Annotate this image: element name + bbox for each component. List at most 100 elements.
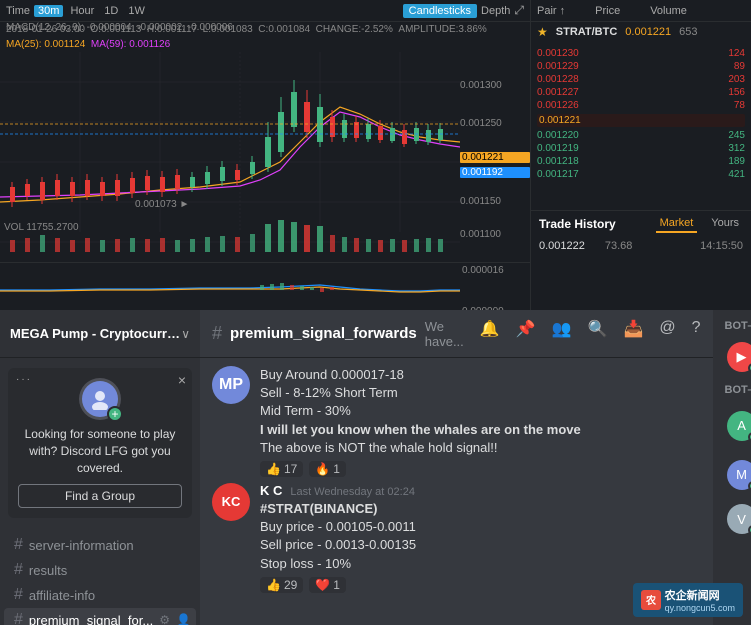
macd-area: 0.000016 0.000000 0.000016 0.000000 <box>0 262 530 317</box>
member-vortex[interactable]: V Vortex BOT Playing Type >>help <box>721 500 751 538</box>
svg-text:VOL 11755.2700: VOL 11755.2700 <box>4 222 79 233</box>
inbox-icon[interactable]: 📥 <box>623 319 643 349</box>
search-icon[interactable]: 🔍 <box>588 319 608 349</box>
msg-header-2: K C Last Wednesday at 02:24 <box>260 483 701 498</box>
server-header[interactable]: MEGA Pump - Cryptocurre... ∨ <box>0 310 200 358</box>
message-1: MP Buy Around 0.000017-18 Sell - 8-12% S… <box>212 366 701 477</box>
msg-stop: Stop loss - 10% <box>260 555 701 573</box>
message-2: KC K C Last Wednesday at 02:24 #STRAT(BI… <box>212 483 701 593</box>
avatar-mp-pump: MP <box>212 366 250 404</box>
watermark-site: 农企新闻网 <box>665 587 735 603</box>
chevron-down-icon: ∨ <box>181 327 190 341</box>
channel-item-affiliate[interactable]: # affiliate-info <box>4 583 196 607</box>
status-indicator <box>748 363 751 373</box>
candlesticks-btn[interactable]: Candlesticks <box>403 4 477 18</box>
30m-btn[interactable]: 30m <box>34 5 63 17</box>
trade-price: 0.001222 <box>539 240 585 252</box>
trade-time: 14:15:50 <box>700 240 743 252</box>
1d-btn[interactable]: 1D <box>101 5 121 17</box>
header-icons: We have... 🔔 📌 👥 🔍 📥 @ ? <box>425 319 701 349</box>
hash-icon: # <box>14 536 23 554</box>
status-altpocket <box>748 432 751 442</box>
msg-line-bold: I will let you know when the whales are … <box>260 421 701 439</box>
trade-history-header: Trade History Market Yours <box>531 210 751 237</box>
close-icon[interactable]: × <box>178 372 186 388</box>
msg-reactions-1: 👍 17 🔥 1 <box>260 461 701 477</box>
status-mp-bot <box>748 481 751 491</box>
channel-item-server-info[interactable]: # server-information <box>4 533 196 557</box>
reaction-count-1: 17 <box>284 462 297 476</box>
price-4: 0.001192 <box>460 167 530 178</box>
price-1: 0.001300 <box>460 80 530 91</box>
reaction-heart[interactable]: ❤️ 1 <box>309 577 346 593</box>
expand-btn[interactable]: ⤢ <box>514 3 524 18</box>
msg-line-extra: The above is NOT the whale hold signal!! <box>260 439 701 457</box>
pair-row[interactable]: ★ STRAT/BTC 0.001221 653 <box>531 22 751 42</box>
msg-content-2: K C Last Wednesday at 02:24 #STRAT(BINAN… <box>260 483 701 593</box>
channel-name: server-information <box>29 538 134 553</box>
col-volume: Volume <box>650 5 687 17</box>
svg-text:农: 农 <box>645 594 656 607</box>
time-label: Time <box>6 5 30 17</box>
macd-labels: 0.000016 0.000000 <box>460 263 530 317</box>
chat-area: # premium_signal_forwards We have... 🔔 📌… <box>200 310 713 625</box>
member-mp-bot[interactable]: M MP Bot BOT Listening to 2831/39035 On.… <box>721 451 751 498</box>
msg-buy: Buy price - 0.00105-0.0011 <box>260 518 701 536</box>
user-icon: 👤 <box>176 613 191 625</box>
reaction-count-2: 1 <box>333 462 340 476</box>
status-vortex <box>748 525 751 535</box>
bell-icon[interactable]: 🔔 <box>480 319 500 349</box>
tab-yours[interactable]: Yours <box>707 215 743 233</box>
hash-icon: # <box>14 586 23 604</box>
depth-btn[interactable]: Depth <box>481 5 510 17</box>
reaction-count-3: 29 <box>284 578 297 592</box>
depth-visual: 0.001230124 0.00122989 0.001228203 0.001… <box>531 42 751 186</box>
trade-vol: 73.68 <box>605 240 633 252</box>
lfg-dots: ··· <box>16 374 32 385</box>
pair-header: Pair ↑ Price Volume <box>531 0 751 22</box>
channel-item-results[interactable]: # results <box>4 558 196 582</box>
msg-author-kc: K C <box>260 483 282 498</box>
thumbs-emoji: 👍 <box>266 462 281 476</box>
price-3: 0.001221 <box>460 152 530 163</box>
msg-line-3: Mid Term - 30% <box>260 402 701 420</box>
channel-item-premium[interactable]: # premium_signal_for... ⚙ 👤 <box>4 608 196 625</box>
reaction-thumbs[interactable]: 👍 17 <box>260 461 303 477</box>
channel-list: # server-information # results # affilia… <box>0 528 200 625</box>
help-icon[interactable]: ? <box>692 319 701 349</box>
member-mp-pump-timer[interactable]: ▶ MP Pump Timer BOT Playing Pump in 21:4… <box>721 338 751 376</box>
chart-main: 0.001073 ► VOL 11755.2700 <box>0 52 530 262</box>
mention-icon[interactable]: @ <box>659 319 675 349</box>
reaction-thumbs-2[interactable]: 👍 29 <box>260 577 303 593</box>
reaction-fire[interactable]: 🔥 1 <box>309 461 346 477</box>
lfg-box: × ··· + Looking for someone to play with… <box>8 368 192 518</box>
hour-btn[interactable]: Hour <box>67 5 97 17</box>
macd-formula: MACD(12, 26, 9): -0.000004, -0.000002, -… <box>6 22 233 33</box>
watermark-icon: 农 <box>641 590 661 610</box>
price-2: 0.001250 <box>460 118 530 129</box>
user-icon <box>89 388 111 410</box>
channel-title: premium_signal_forwards <box>230 325 417 342</box>
find-group-button[interactable]: Find a Group <box>18 484 182 508</box>
avatar-mp-pump-timer: ▶ <box>727 342 751 372</box>
chart-area: Time 30m Hour 1D 1W Candlesticks Depth ⤢… <box>0 0 530 310</box>
pair-volume: 653 <box>679 26 697 38</box>
chart-ma-info: MA(25): 0.001124 MA(59): 0.001126 <box>0 37 530 52</box>
trade-history-title: Trade History <box>539 217 616 231</box>
settings-icon[interactable]: ⚙ <box>159 613 170 625</box>
member-altpocket[interactable]: A Altpocket BOT Watching #1 Bitcoin $110… <box>721 402 751 449</box>
pin-icon[interactable]: 📌 <box>516 319 536 349</box>
tab-market[interactable]: Market <box>656 215 698 233</box>
channel-name: affiliate-info <box>29 588 95 603</box>
reaction-count-4: 1 <box>333 578 340 592</box>
1w-btn[interactable]: 1W <box>125 5 148 17</box>
watermark-url: qy.nongcun5.com <box>665 603 735 613</box>
avatar-mp-bot: M <box>727 460 751 490</box>
trade-tabs: Market Yours <box>656 215 743 233</box>
orderbook-panel: Pair ↑ Price Volume ★ STRAT/BTC 0.001221… <box>530 0 751 310</box>
star-icon[interactable]: ★ <box>537 25 548 39</box>
msg-line-2: Sell - 8-12% Short Term <box>260 384 701 402</box>
col-price: Price <box>595 5 620 17</box>
msg-line-1: Buy Around 0.000017-18 <box>260 366 701 384</box>
members-icon[interactable]: 👥 <box>552 319 572 349</box>
